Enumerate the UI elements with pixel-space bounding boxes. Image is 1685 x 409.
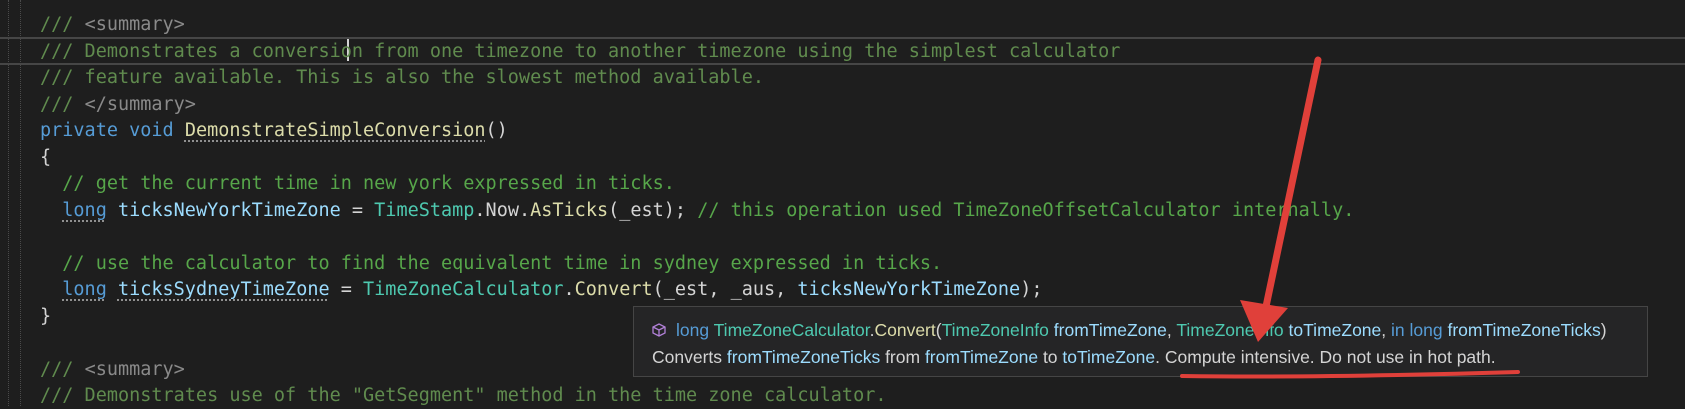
code-line[interactable]: long ticksSydneyTimeZone = TimeZoneCalcu… bbox=[40, 277, 1042, 303]
tooltip-token: TimeZoneInfo bbox=[1176, 320, 1284, 340]
code-line[interactable]: /// <summary> bbox=[40, 357, 185, 383]
code-token: . bbox=[563, 279, 575, 300]
tooltip-token: toTimeZone bbox=[1062, 347, 1156, 367]
code-line[interactable]: long ticksNewYorkTimeZone = TimeStamp.No… bbox=[40, 198, 1354, 224]
code-token: private bbox=[40, 120, 118, 141]
code-line[interactable]: // get the current time in new york expr… bbox=[40, 171, 675, 197]
code-token: DemonstrateSimpleConversion bbox=[184, 120, 486, 141]
code-token: (_est, _aus, bbox=[652, 279, 798, 300]
tooltip-token: fromTimeZoneTicks bbox=[726, 347, 881, 367]
code-line[interactable]: /// Demonstrates a conversion from one t… bbox=[40, 39, 1120, 65]
code-line[interactable]: } bbox=[40, 304, 51, 330]
code-token: /// bbox=[40, 14, 85, 35]
method-description: Converts fromTimeZoneTicks from fromTime… bbox=[652, 347, 1496, 368]
method-cube-icon bbox=[652, 323, 666, 337]
tooltip-token: . Compute intensive. Do not use in hot p… bbox=[1155, 347, 1496, 367]
code-token: /// Demonstrates a conversion from one t… bbox=[40, 40, 1121, 62]
code-token: ticksNewYorkTimeZone bbox=[117, 199, 341, 221]
code-token: TimeStamp bbox=[374, 199, 475, 221]
method-signature: long TimeZoneCalculator.Convert(TimeZone… bbox=[652, 320, 1607, 341]
code-token: void bbox=[129, 120, 174, 141]
code-token: // use the calculator to find the equiva… bbox=[40, 252, 943, 274]
code-token: long bbox=[62, 199, 107, 221]
tooltip-token: TimeZoneInfo bbox=[941, 320, 1049, 340]
code-token: /// bbox=[40, 358, 85, 380]
code-token: /// bbox=[40, 93, 85, 115]
code-token: // get the current time in new york expr… bbox=[40, 173, 675, 194]
code-line[interactable]: { bbox=[40, 145, 51, 171]
tooltip-token: toTimeZone bbox=[1288, 320, 1382, 340]
tooltip-token: fromTimeZone bbox=[924, 347, 1039, 367]
tooltip-token: to bbox=[1038, 347, 1063, 367]
tooltip-token: fromTimeZoneTicks bbox=[1447, 320, 1601, 340]
code-token: /// Demonstrates use of the "GetSegment"… bbox=[40, 385, 887, 406]
code-token: <summary> bbox=[84, 14, 185, 35]
tooltip-token: long bbox=[676, 320, 710, 340]
code-token: Convert bbox=[574, 279, 653, 300]
tooltip-token: from bbox=[880, 347, 925, 367]
code-token: = bbox=[329, 279, 364, 300]
code-token: ); bbox=[1020, 279, 1043, 300]
code-token: /// feature available. This is also the … bbox=[40, 67, 764, 88]
code-token: } bbox=[40, 305, 52, 327]
code-token: (_est); bbox=[608, 199, 698, 221]
code-token: ticksNewYorkTimeZone bbox=[797, 279, 1021, 300]
tooltip-token: TimeZoneCalculator bbox=[713, 320, 870, 340]
tooltip-token: in bbox=[1391, 320, 1405, 340]
code-line[interactable]: /// <summary> bbox=[40, 12, 185, 38]
quick-info-tooltip: long TimeZoneCalculator.Convert(TimeZone… bbox=[633, 306, 1648, 377]
code-line[interactable]: // use the calculator to find the equiva… bbox=[40, 251, 942, 277]
tooltip-token: fromTimeZone bbox=[1053, 320, 1167, 340]
tooltip-token: Converts bbox=[652, 347, 727, 367]
code-token: ticksSydneyTimeZone bbox=[117, 279, 330, 300]
code-token: () bbox=[485, 120, 508, 141]
code-token: long bbox=[62, 279, 107, 300]
code-line[interactable]: /// Demonstrates use of the "GetSegment"… bbox=[40, 383, 886, 409]
code-token: = bbox=[340, 199, 375, 221]
code-token: // this operation used TimeZoneOffsetCal… bbox=[697, 199, 1355, 221]
code-token: .Now. bbox=[474, 199, 531, 221]
code-token: TimeZoneCalculator bbox=[363, 279, 564, 300]
tooltip-token: Convert bbox=[874, 320, 936, 340]
code-token: </summary> bbox=[84, 93, 196, 115]
tooltip-token: long bbox=[1409, 320, 1443, 340]
code-token: <summary> bbox=[84, 358, 185, 380]
code-line[interactable]: /// </summary> bbox=[40, 92, 196, 118]
code-token: AsTicks bbox=[530, 199, 609, 221]
tooltip-token: , bbox=[1166, 320, 1177, 340]
code-line[interactable]: private void DemonstrateSimpleConversion… bbox=[40, 118, 508, 144]
tooltip-token: ) bbox=[1600, 320, 1607, 340]
code-line[interactable]: /// feature available. This is also the … bbox=[40, 65, 764, 91]
tooltip-token: , bbox=[1381, 320, 1392, 340]
code-token: { bbox=[40, 146, 52, 168]
